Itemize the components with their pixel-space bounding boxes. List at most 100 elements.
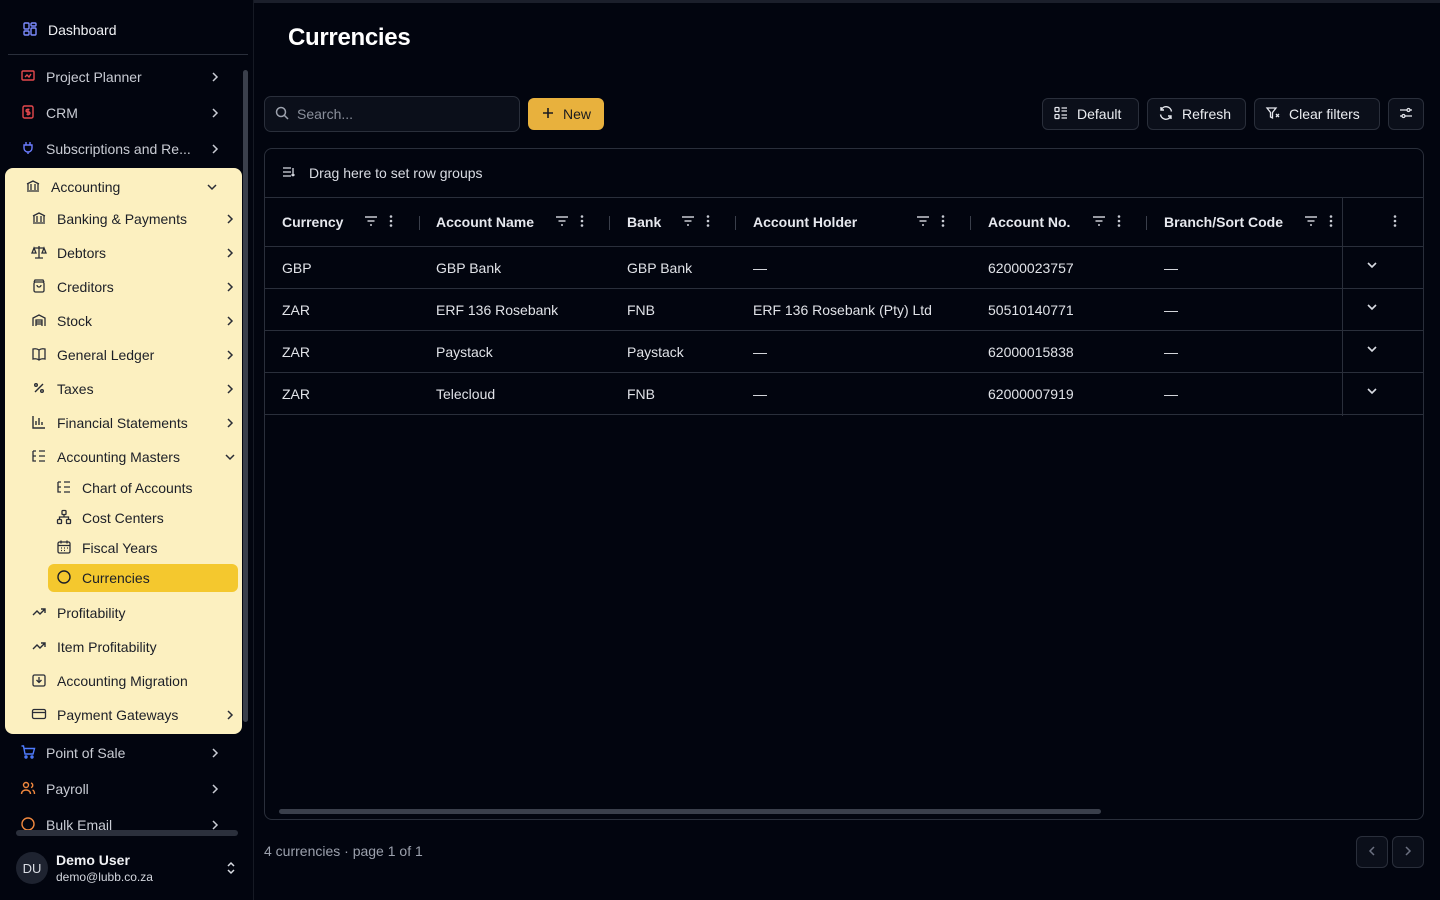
sidebar-item-accounting[interactable]: Accounting — [13, 172, 235, 202]
column-resize-handle[interactable] — [970, 216, 971, 230]
sidebar-item-point-of-sale[interactable]: Point of Sale — [8, 737, 234, 769]
column-menu-icon[interactable] — [387, 213, 395, 232]
user-menu[interactable]: DU Demo User demo@lubb.co.za — [16, 850, 246, 886]
grid-horizontal-scrollbar[interactable] — [279, 809, 1101, 814]
column-header[interactable]: Bank — [627, 198, 661, 246]
column-header-actions — [554, 213, 586, 232]
table-cell: FNB — [627, 301, 655, 318]
column-resize-handle[interactable] — [1146, 216, 1147, 230]
table-header: Currency Account Name Bank Account Holder Ac… — [265, 198, 1423, 247]
sidebar-item-label: General Ledger — [57, 347, 155, 363]
table-cell: GBP Bank — [436, 259, 502, 276]
sidebar-item-payroll[interactable]: Payroll — [8, 773, 234, 805]
sidebar-item-debtors[interactable]: Debtors — [19, 238, 241, 268]
sidebar-item-label: Banking & Payments — [57, 211, 187, 227]
plug-icon — [20, 140, 36, 159]
sidebar-item-accounting-migration[interactable]: Accounting Migration — [19, 666, 241, 696]
table-row[interactable]: ZAR Telecloud FNB — 62000007919 — — [265, 373, 1423, 415]
column-resize-handle[interactable] — [609, 216, 610, 230]
table-row[interactable]: ZAR ERF 136 Rosebank FNB ERF 136 Rosebank (… — [265, 289, 1423, 331]
row-expand-chevron-icon[interactable] — [1364, 299, 1380, 318]
filter-icon[interactable] — [915, 213, 931, 232]
sidebar-horizontal-scrollbar[interactable] — [16, 830, 238, 836]
sidebar-item-payment-gateways[interactable]: Payment Gateways — [19, 700, 241, 730]
filter-icon[interactable] — [680, 213, 696, 232]
chevron-right-icon — [208, 142, 222, 159]
search-box[interactable] — [264, 96, 520, 132]
sidebar-scrollbar[interactable] — [240, 60, 250, 830]
sidebar-item-chart-of-accounts[interactable]: Chart of Accounts — [48, 474, 238, 502]
clear-filters-label: Clear filters — [1289, 106, 1360, 122]
sidebar-item-creditors[interactable]: Creditors — [19, 272, 241, 302]
chevron-left-icon — [1365, 844, 1379, 861]
table-cell: FNB — [627, 385, 655, 402]
column-header[interactable]: Account Name — [436, 198, 534, 246]
pinned-column-menu-icon[interactable] — [1391, 213, 1399, 232]
sidebar-item-stock[interactable]: Stock — [19, 306, 241, 336]
next-page-button[interactable] — [1392, 836, 1424, 868]
search-icon — [275, 106, 289, 123]
table-cell: ZAR — [282, 301, 310, 318]
list-tree-icon — [56, 479, 72, 498]
sidebar-item-subscriptions[interactable]: Subscriptions and Re... — [8, 133, 234, 165]
scrollbar-thumb[interactable] — [243, 70, 248, 722]
filter-icon[interactable] — [554, 213, 570, 232]
settings-sliders-button[interactable] — [1388, 98, 1424, 130]
table-row[interactable]: GBP GBP Bank GBP Bank — 62000023757 — — [265, 247, 1423, 289]
pinned-column-divider — [1342, 198, 1343, 416]
table-row[interactable]: ZAR Paystack Paystack — 62000015838 — — [265, 331, 1423, 373]
table-cell: ERF 136 Rosebank (Pty) Ltd — [753, 301, 932, 318]
row-expand-chevron-icon[interactable] — [1364, 341, 1380, 360]
column-header[interactable]: Account Holder — [753, 198, 857, 246]
column-menu-icon[interactable] — [1327, 213, 1335, 232]
default-view-button[interactable]: Default — [1042, 98, 1139, 130]
filter-icon[interactable] — [363, 213, 379, 232]
previous-page-button[interactable] — [1356, 836, 1388, 868]
sidebar-item-dashboard[interactable]: Dashboard — [8, 14, 244, 46]
column-menu-icon[interactable] — [1115, 213, 1123, 232]
row-group-drop-zone[interactable]: Drag here to set row groups — [265, 149, 1423, 198]
chevron-right-icon — [223, 246, 237, 263]
table-cell: 50510140771 — [988, 301, 1074, 318]
sidebar-item-crm[interactable]: CRM — [8, 97, 234, 129]
column-menu-icon[interactable] — [704, 213, 712, 232]
column-header[interactable]: Branch/Sort Code — [1164, 198, 1283, 246]
chevron-right-icon — [223, 212, 237, 229]
sidebar-item-general-ledger[interactable]: General Ledger — [19, 340, 241, 370]
column-header[interactable]: Currency — [282, 198, 343, 246]
sidebar-item-banking-payments[interactable]: Banking & Payments — [19, 204, 241, 234]
sidebar-item-bulk-email[interactable]: Bulk Email — [8, 809, 234, 841]
book-open-icon — [31, 346, 47, 365]
sidebar-item-item-profitability[interactable]: Item Profitability — [19, 632, 241, 662]
column-header-actions — [680, 213, 712, 232]
sidebar-item-cost-centers[interactable]: Cost Centers — [48, 504, 238, 532]
sidebar-item-financial-statements[interactable]: Financial Statements — [19, 408, 241, 438]
column-menu-icon[interactable] — [939, 213, 947, 232]
column-header[interactable]: Account No. — [988, 198, 1070, 246]
refresh-label: Refresh — [1182, 106, 1232, 122]
sidebar-item-currencies[interactable]: Currencies — [48, 564, 238, 592]
row-expand-chevron-icon[interactable] — [1364, 257, 1380, 276]
refresh-button[interactable]: Refresh — [1147, 98, 1246, 130]
search-input[interactable] — [297, 106, 497, 122]
sidebar: Dashboard Project Planner CRM Subscripti… — [0, 0, 254, 900]
filter-icon[interactable] — [1303, 213, 1319, 232]
column-resize-handle[interactable] — [735, 216, 736, 230]
sidebar-divider — [8, 54, 248, 55]
sidebar-item-project-planner[interactable]: Project Planner — [8, 61, 234, 93]
filter-icon[interactable] — [1091, 213, 1107, 232]
new-button[interactable]: New — [528, 98, 604, 130]
column-menu-icon[interactable] — [578, 213, 586, 232]
sidebar-item-accounting-masters[interactable]: Accounting Masters — [19, 442, 241, 472]
table-cell: — — [1164, 343, 1178, 360]
clear-filters-button[interactable]: Clear filters — [1254, 98, 1380, 130]
sidebar-item-taxes[interactable]: Taxes — [19, 374, 241, 404]
import-icon — [31, 672, 47, 691]
table-cell: — — [753, 385, 767, 402]
table-cell: Paystack — [627, 343, 684, 360]
row-expand-chevron-icon[interactable] — [1364, 383, 1380, 402]
column-resize-handle[interactable] — [419, 216, 420, 230]
sidebar-item-fiscal-years[interactable]: Fiscal Years — [48, 534, 238, 562]
sidebar-item-profitability[interactable]: Profitability — [19, 598, 241, 628]
chevron-right-icon — [208, 746, 222, 763]
